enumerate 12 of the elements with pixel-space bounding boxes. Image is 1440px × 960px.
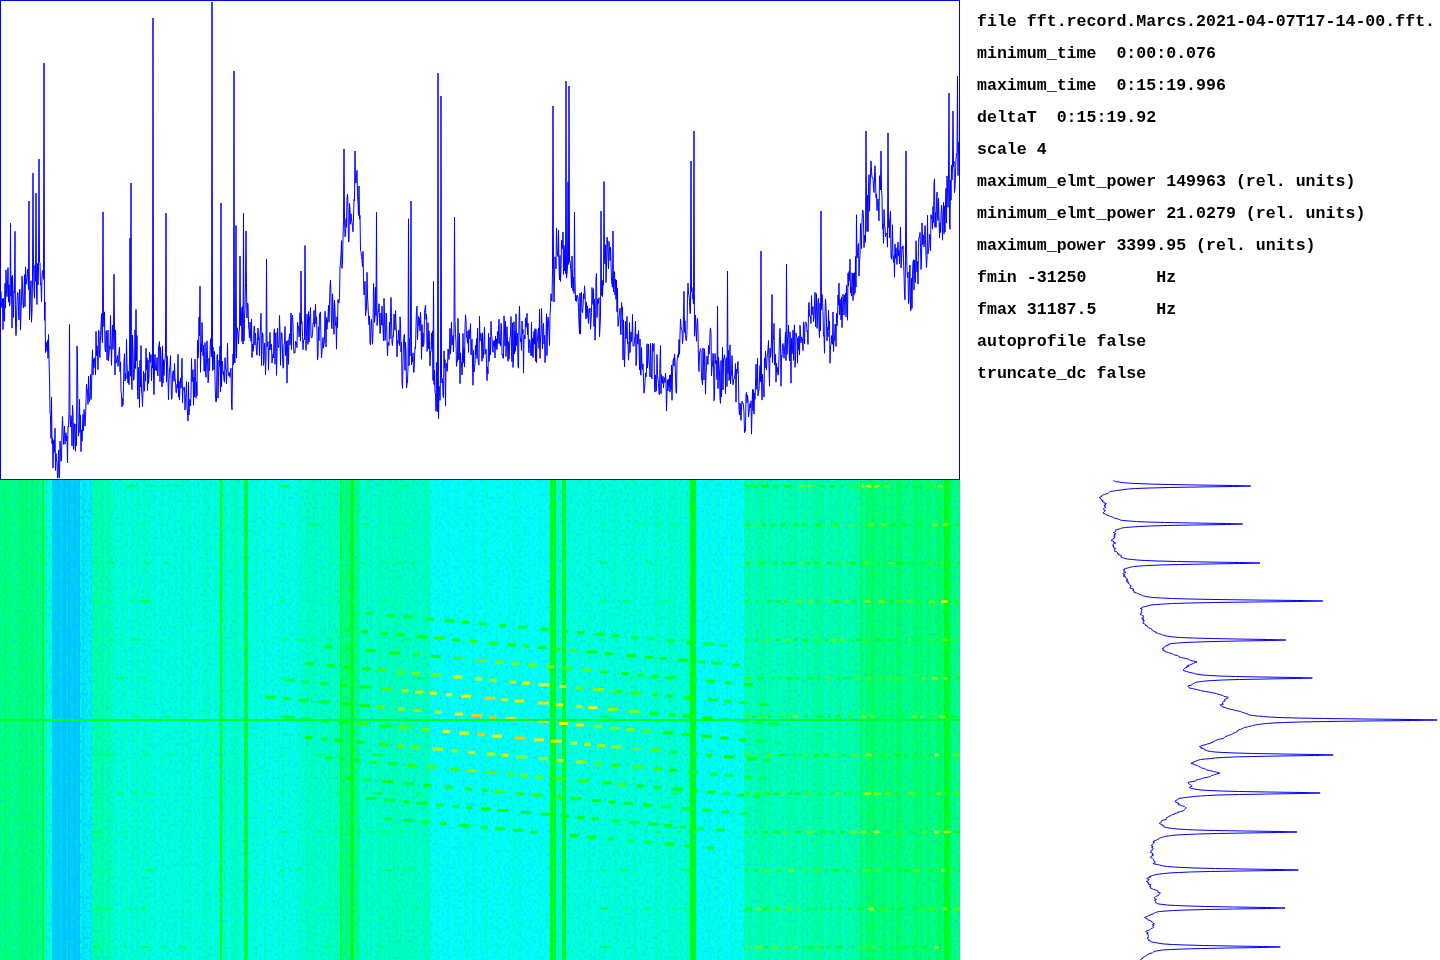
info-line: minimum_elmt_power 21.0279 (rel. units) [977, 203, 1366, 225]
info-line: autoprofile false [977, 331, 1147, 353]
info-line: maximum_time 0:15:19.996 [977, 75, 1226, 97]
info-line: truncate_dc false [977, 363, 1147, 385]
info-line: maximum_power 3399.95 (rel. units) [977, 235, 1316, 257]
info-line: fmin -31250 Hz [977, 267, 1177, 289]
info-line: scale 4 [977, 139, 1047, 161]
info-line: minimum_time 0:00:0.076 [977, 43, 1216, 65]
info-line: file fft.record.Marcs.2021-04-07T17-14-00.fft. [977, 11, 1436, 33]
info-line: maximum_elmt_power 149963 (rel. units) [977, 171, 1356, 193]
info-line: fmax 31187.5 Hz [977, 299, 1177, 321]
info-line: deltaT 0:15:19.92 [977, 107, 1157, 129]
